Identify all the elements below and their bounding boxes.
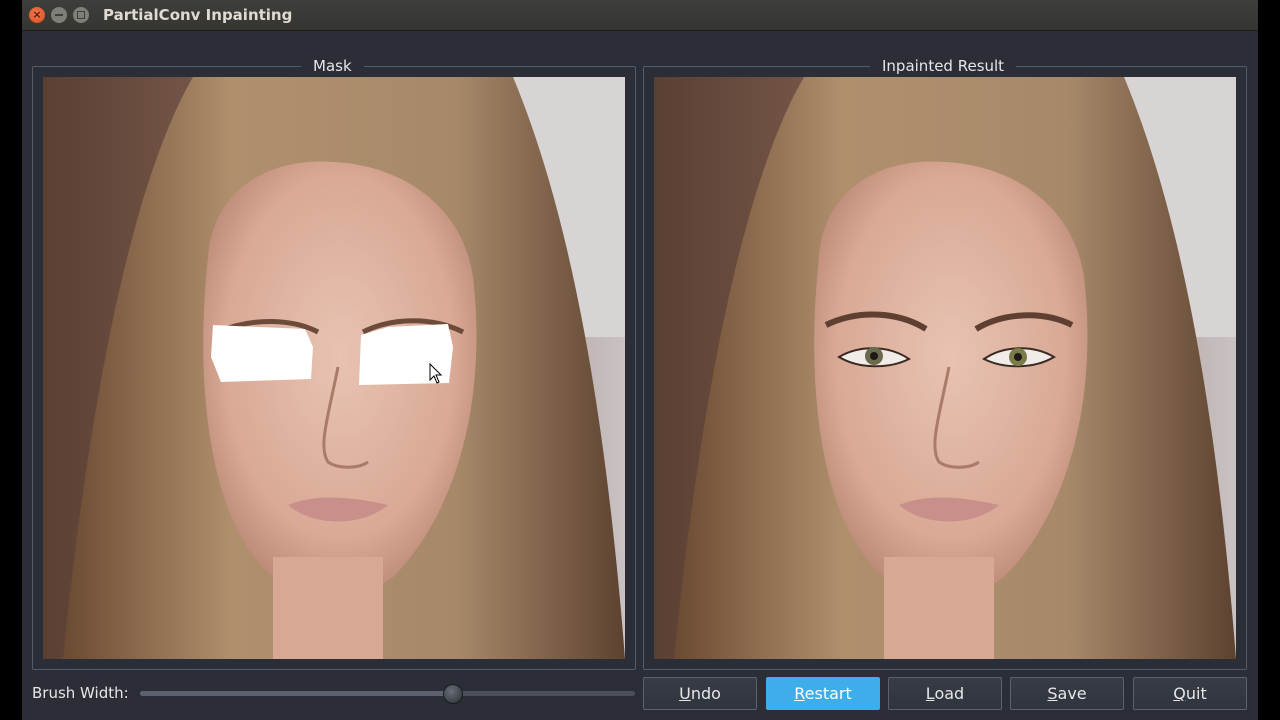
slider-handle[interactable]: [442, 684, 463, 704]
restart-label: estart: [804, 684, 852, 703]
restart-button[interactable]: Restart: [766, 677, 880, 710]
undo-button[interactable]: Undo: [643, 677, 757, 710]
mask-canvas[interactable]: [43, 77, 625, 659]
result-panel-title: Inpainted Result: [870, 56, 1017, 76]
undo-label: ndo: [690, 684, 721, 703]
undo-mnemonic: U: [679, 684, 691, 703]
close-icon[interactable]: ×: [29, 7, 45, 23]
mask-panel: Mask: [32, 56, 636, 670]
load-label: oad: [934, 684, 965, 703]
save-mnemonic: S: [1047, 684, 1058, 703]
window-title: PartialConv Inpainting: [103, 6, 293, 24]
brush-width-slider[interactable]: [140, 684, 635, 704]
maximize-icon[interactable]: [73, 7, 89, 23]
mask-panel-title: Mask: [301, 56, 364, 76]
app-window: × PartialConv Inpainting Mask Inpainted …: [22, 0, 1258, 720]
load-button[interactable]: Load: [888, 677, 1002, 710]
save-label: ave: [1057, 684, 1087, 703]
result-canvas: [654, 77, 1236, 659]
minimize-icon[interactable]: [51, 7, 67, 23]
mask-face-image: [43, 77, 625, 659]
slider-fill: [140, 691, 452, 696]
brush-width-label: Brush Width:: [32, 684, 129, 702]
quit-label: uit: [1185, 684, 1207, 703]
restart-mnemonic: R: [794, 684, 805, 703]
quit-button[interactable]: Quit: [1133, 677, 1247, 710]
quit-mnemonic: Q: [1173, 684, 1186, 703]
mouse-pointer-icon: [429, 363, 443, 384]
result-panel: Inpainted Result: [643, 56, 1247, 670]
save-button[interactable]: Save: [1010, 677, 1124, 710]
title-bar[interactable]: × PartialConv Inpainting: [22, 0, 1258, 31]
result-face-image: [654, 77, 1236, 659]
